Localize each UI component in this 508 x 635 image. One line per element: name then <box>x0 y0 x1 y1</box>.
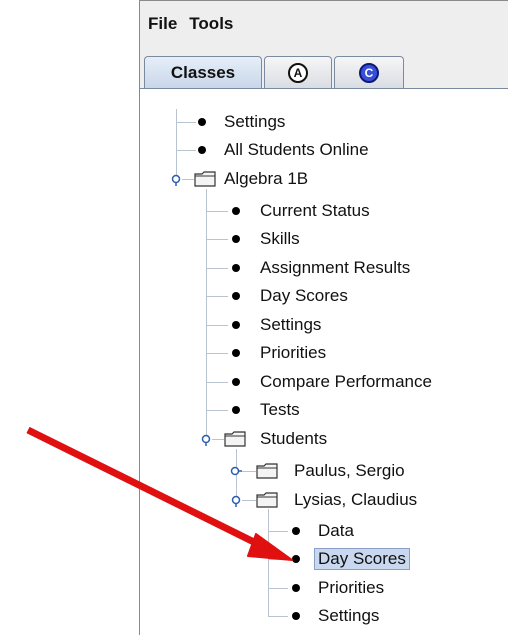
annotation-arrow-icon <box>26 426 293 561</box>
